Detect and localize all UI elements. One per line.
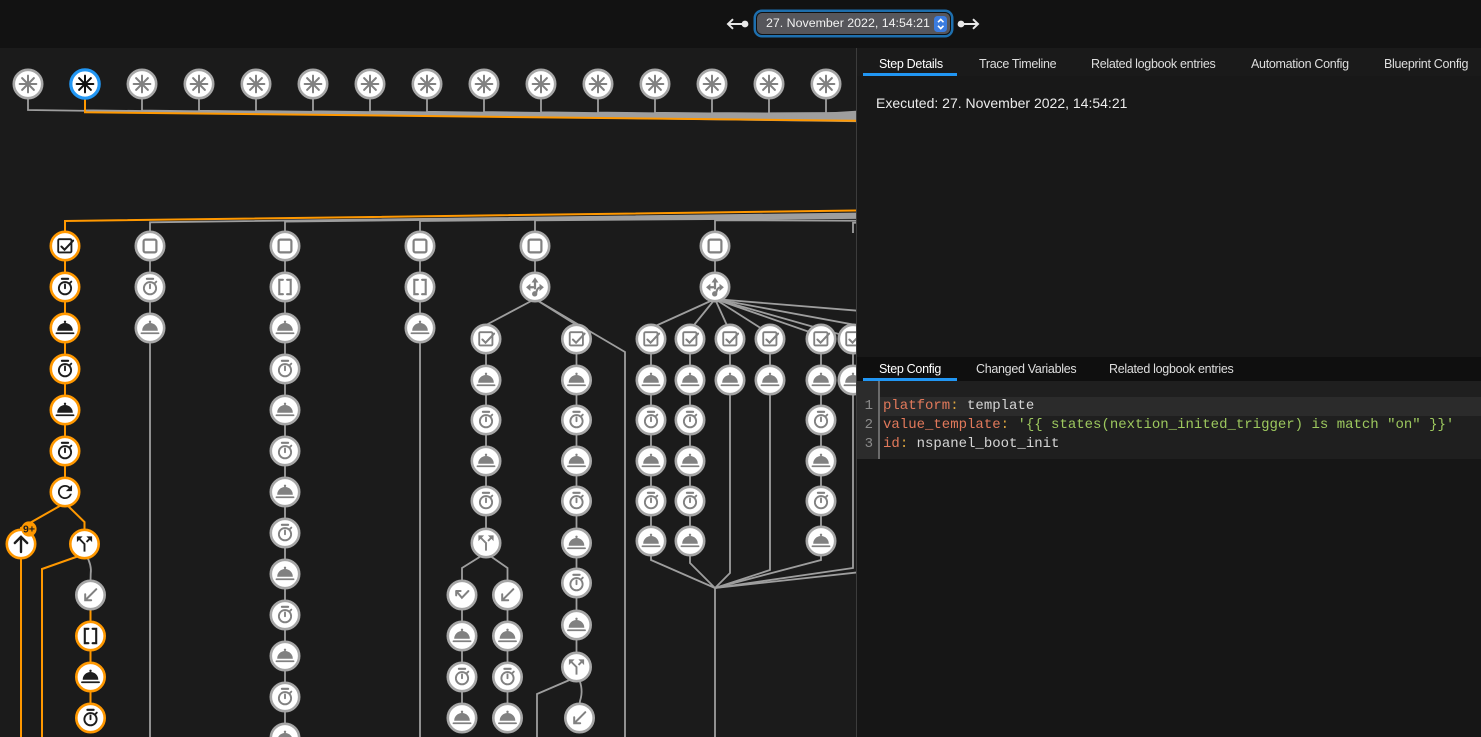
svg-text:9+: 9+ [23, 523, 35, 535]
